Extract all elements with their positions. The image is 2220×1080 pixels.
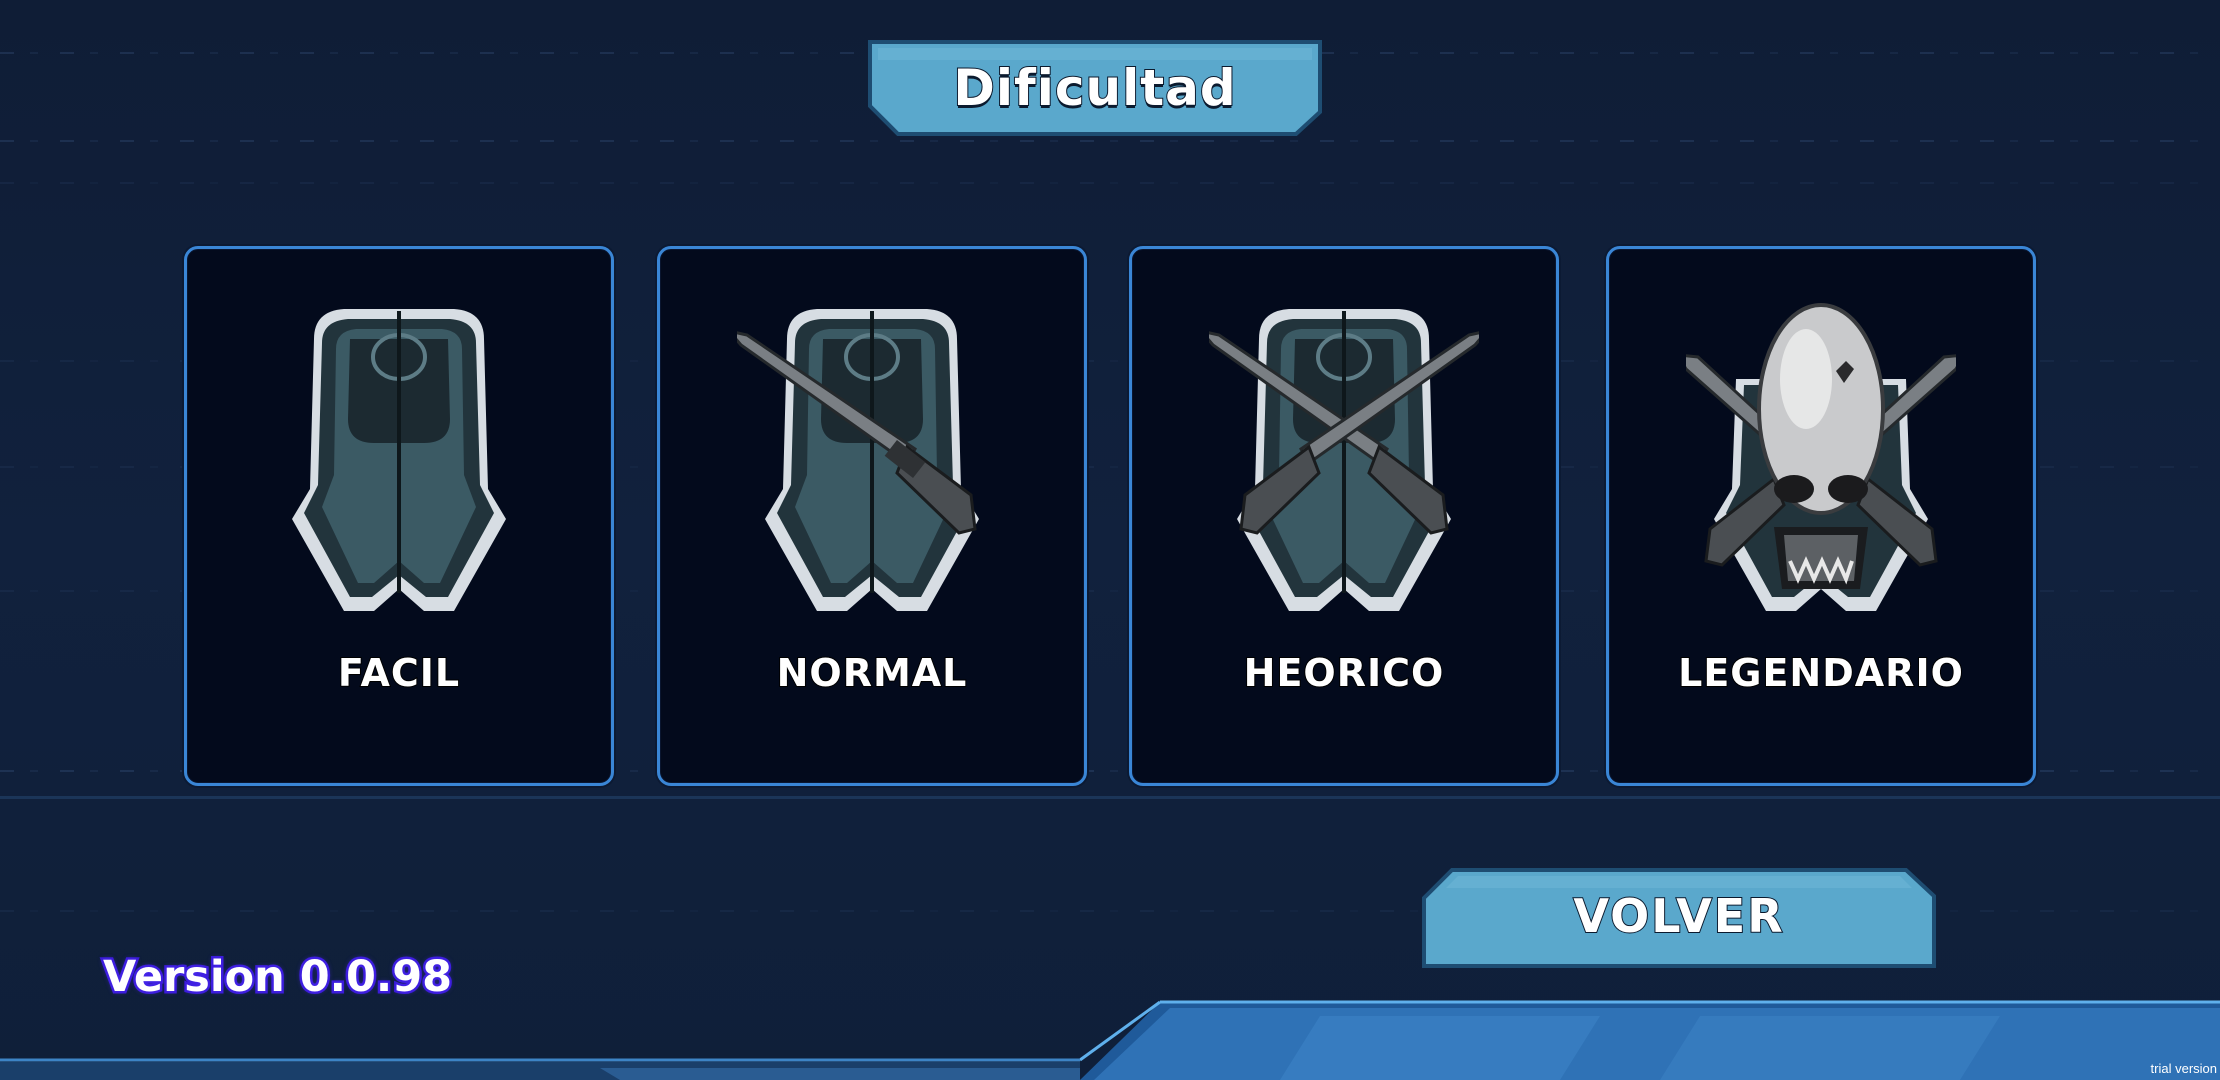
background-divider [0, 796, 2220, 799]
skull-crossed-blades-icon [1686, 303, 1956, 611]
difficulty-screen: Dificultad FACIL NORMAL HEORICO LEGENDAR… [0, 0, 2220, 1080]
helmet-icon [292, 309, 506, 611]
difficulty-card-facil[interactable]: FACIL [184, 246, 614, 786]
trial-watermark: trial version [2150, 1061, 2217, 1076]
difficulty-card-legendario[interactable]: LEGENDARIO [1606, 246, 2036, 786]
helmet-crossed-blades-icon [1209, 309, 1479, 611]
background-scanline [0, 140, 2220, 142]
difficulty-card-normal[interactable]: NORMAL [657, 246, 1087, 786]
helmet-single-blade-icon [737, 309, 979, 611]
difficulty-label-normal: NORMAL [776, 650, 968, 696]
page-title: Dificultad [952, 58, 1237, 118]
difficulty-label-heorico: HEORICO [1243, 650, 1445, 696]
bottom-panel [0, 1000, 2220, 1080]
back-button-label: VOLVER [1572, 888, 1785, 944]
title-banner: Dificultad [868, 40, 1322, 136]
difficulty-card-heorico[interactable]: HEORICO [1129, 246, 1559, 786]
back-button[interactable]: VOLVER [1422, 868, 1936, 968]
background-scanline [0, 182, 2220, 184]
difficulty-label-legendario: LEGENDARIO [1677, 650, 1964, 696]
difficulty-label-facil: FACIL [337, 650, 461, 696]
